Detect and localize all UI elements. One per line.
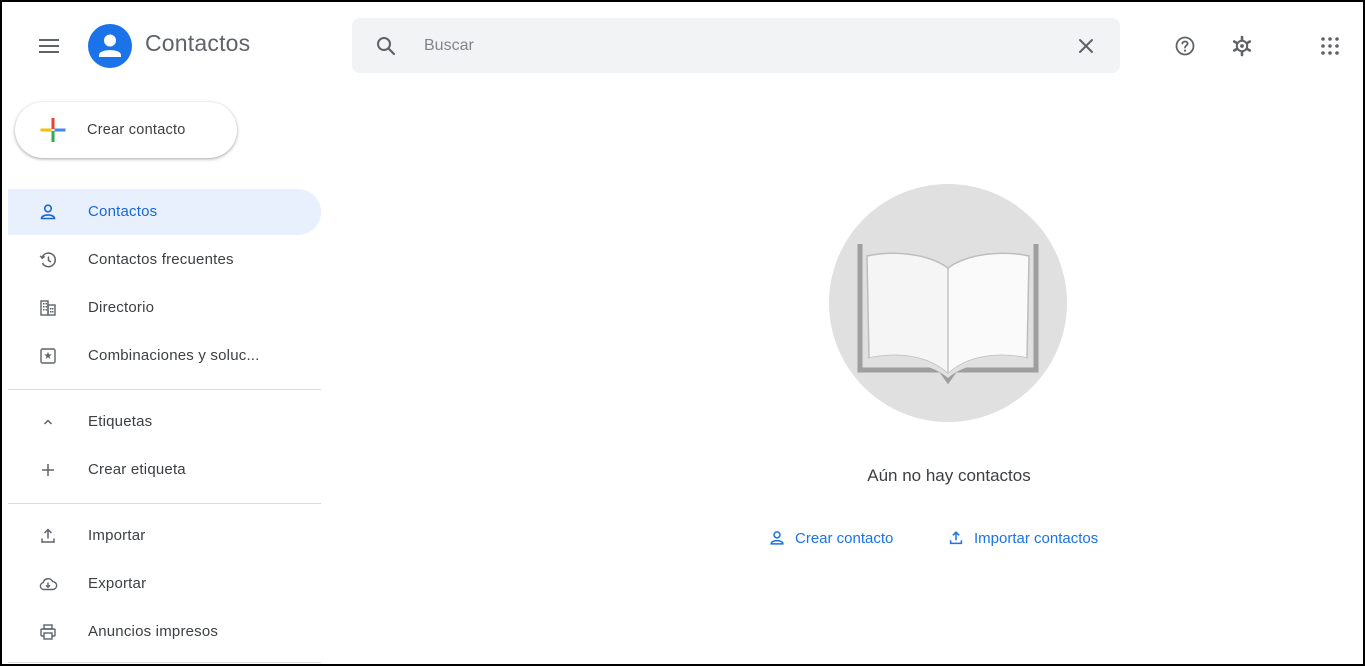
sidebar-item-label: Contactos [88, 203, 158, 220]
upload-icon [949, 531, 963, 545]
plus-icon [42, 464, 54, 476]
sidebar-item-label: Directorio [88, 299, 155, 316]
apps-icon[interactable] [1318, 34, 1342, 58]
sidebar-divider [8, 389, 321, 390]
sidebar-item-contacts[interactable]: Contactos [8, 189, 321, 235]
create-contact-label: Crear contacto [87, 122, 186, 138]
open-book-icon [857, 244, 1039, 385]
sidebar-item-label: Anuncios impresos [88, 623, 219, 640]
upload-icon [41, 528, 55, 543]
labels-section-toggle[interactable]: Etiquetas [8, 399, 321, 445]
sidebar-item-label: Crear etiqueta [88, 461, 186, 478]
menu-icon [39, 39, 59, 53]
sidebar-divider [8, 503, 321, 504]
contacts-logo [88, 24, 132, 68]
chevron-up-icon [43, 419, 53, 425]
import-contacts-link-label: Importar contactos [974, 529, 1099, 547]
create-contact-link[interactable]: Crear contacto [768, 526, 893, 550]
person-logo-icon [99, 34, 121, 57]
search-input[interactable] [424, 18, 1044, 73]
sidebar-divider [8, 662, 321, 663]
sidebar-item-import[interactable]: Importar [8, 513, 321, 559]
sidebar-item-label: Exportar [88, 575, 147, 592]
import-contacts-link[interactable]: Importar contactos [947, 526, 1098, 550]
cloud-download-icon [39, 578, 58, 591]
sidebar-item-merge-fix[interactable]: Combinaciones y soluc... [8, 333, 321, 379]
sidebar-item-frequent[interactable]: Contactos frecuentes [8, 237, 321, 283]
create-contact-button[interactable]: Crear contacto [15, 102, 237, 158]
sidebar-item-label: Importar [88, 527, 146, 544]
history-icon [39, 252, 56, 268]
empty-state-illustration [829, 184, 1067, 422]
plus-colored-icon [40, 118, 66, 142]
search-icon[interactable] [374, 34, 398, 58]
domain-icon [40, 300, 56, 316]
labels-section-title: Etiquetas [88, 413, 153, 430]
app-title: Contactos [145, 30, 251, 56]
sidebar-item-label: Contactos frecuentes [88, 251, 234, 268]
person-icon [770, 531, 784, 545]
settings-icon[interactable] [1230, 34, 1254, 58]
sidebar-item-export[interactable]: Exportar [8, 561, 321, 607]
person-icon [40, 204, 56, 220]
help-icon[interactable] [1173, 34, 1197, 58]
sidebar-item-label: Combinaciones y soluc... [88, 347, 260, 364]
main-menu-button[interactable] [34, 31, 64, 61]
sidebar-item-print[interactable]: Anuncios impresos [8, 609, 321, 655]
create-contact-link-label: Crear contacto [795, 529, 894, 547]
search-bar[interactable] [352, 18, 1120, 73]
merge-icon [40, 348, 56, 364]
app-header: Contactos [0, 0, 1365, 92]
close-icon[interactable] [1074, 34, 1098, 58]
create-label-button[interactable]: Crear etiqueta [8, 447, 321, 493]
print-icon [40, 624, 56, 640]
empty-state-message: Aún no hay contactos [867, 466, 1031, 485]
sidebar-item-directory[interactable]: Directorio [8, 285, 321, 331]
